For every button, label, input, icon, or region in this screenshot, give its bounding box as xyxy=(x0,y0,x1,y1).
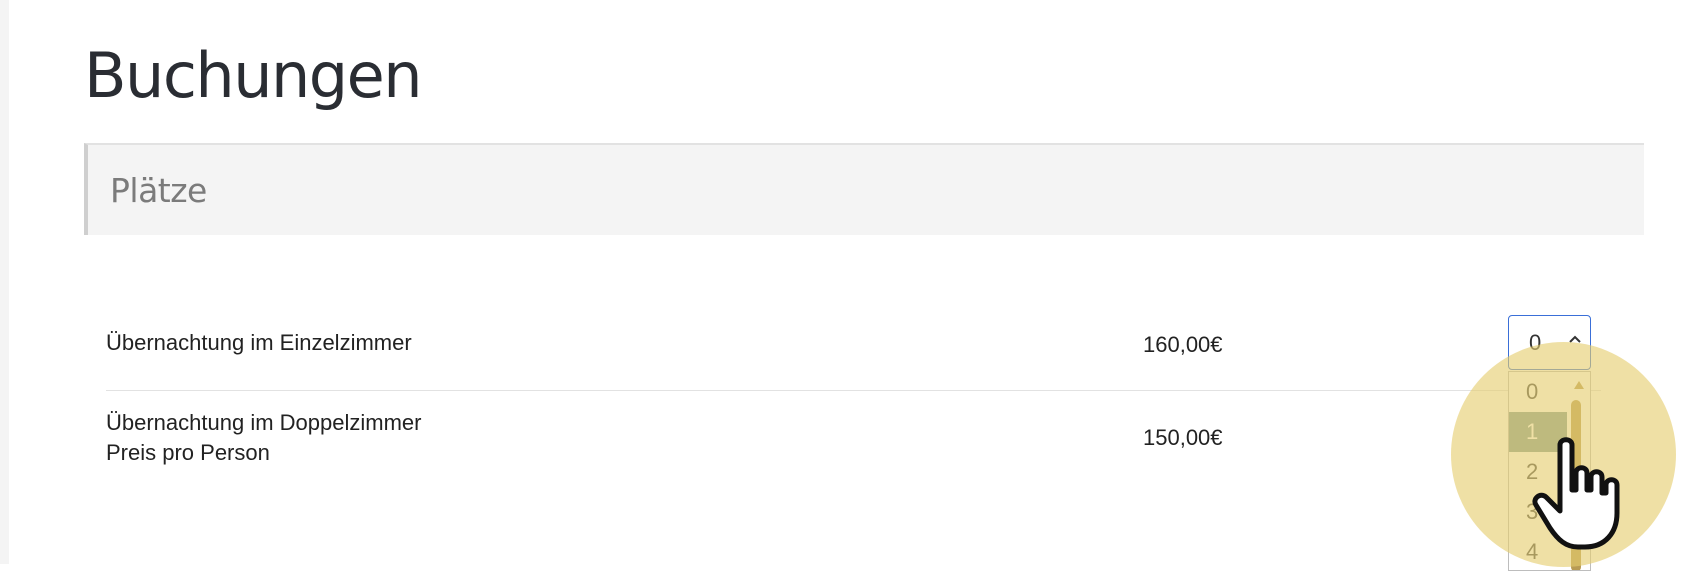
item-name-text: Übernachtung im Doppelzimmer xyxy=(106,410,422,435)
left-border-strip xyxy=(0,0,9,564)
item-price: 160,00€ xyxy=(1143,332,1223,357)
quantity-select-value: 0 xyxy=(1529,330,1542,355)
page-title: Buchungen xyxy=(84,39,423,112)
dropdown-option[interactable]: 0 xyxy=(1509,372,1567,412)
quantity-dropdown-list[interactable]: 0 1 2 3 4 xyxy=(1508,371,1591,571)
item-name: Übernachtung im Einzelzimmer xyxy=(106,328,412,358)
dropdown-option[interactable]: 2 xyxy=(1509,452,1567,492)
quantity-select[interactable]: 0 xyxy=(1508,315,1591,370)
booking-row-double-room: Übernachtung im Doppelzimmer Preis pro P… xyxy=(106,391,1601,481)
item-price: 150,00€ xyxy=(1143,425,1223,450)
section-header: Plätze xyxy=(84,143,1644,235)
item-subtitle: Preis pro Person xyxy=(106,440,270,465)
booking-row-single-room: Übernachtung im Einzelzimmer 160,00€ xyxy=(106,308,1601,391)
dropdown-option[interactable]: 3 xyxy=(1509,492,1567,532)
section-title: Plätze xyxy=(110,171,207,210)
item-name-text: Übernachtung im Einzelzimmer xyxy=(106,330,412,355)
item-name: Übernachtung im Doppelzimmer Preis pro P… xyxy=(106,408,421,468)
chevron-up-icon xyxy=(1569,335,1581,343)
scroll-up-arrow-icon[interactable] xyxy=(1573,378,1585,390)
dropdown-scrollbar[interactable] xyxy=(1571,400,1581,570)
dropdown-option[interactable]: 4 xyxy=(1509,532,1567,570)
dropdown-option-selected[interactable]: 1 xyxy=(1509,412,1567,452)
